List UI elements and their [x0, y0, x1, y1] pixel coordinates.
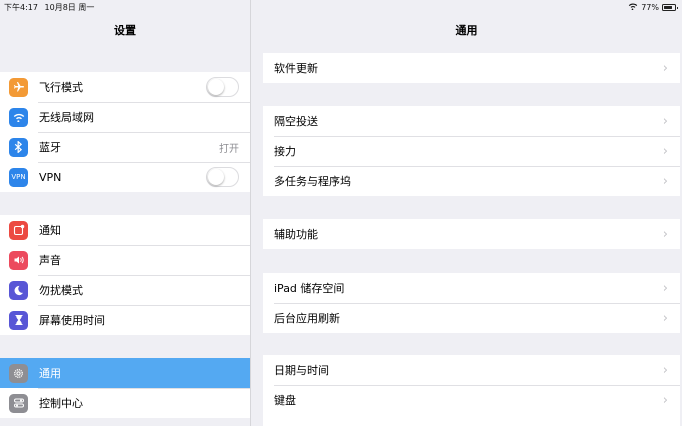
sidebar-item-control-center[interactable]: 控制中心 [0, 388, 250, 418]
general-item-date-time[interactable]: 日期与时间 › [263, 355, 680, 385]
sidebar-title: 设置 [114, 24, 136, 37]
moon-icon [9, 280, 28, 300]
general-item-ipad-storage[interactable]: iPad 储存空间 › [263, 273, 680, 303]
sidebar-item-general[interactable]: 通用 [0, 358, 250, 388]
general-group-continuity: 隔空投送 › 接力 › 多任务与程序坞 › [263, 106, 680, 196]
chevron-right-icon: › [662, 226, 668, 242]
general-item-software-update[interactable]: 软件更新 › [263, 53, 680, 83]
bluetooth-status: 打开 [219, 143, 239, 155]
chevron-right-icon: › [662, 310, 668, 326]
airplane-mode-toggle[interactable] [206, 77, 239, 97]
general-item-keyboard[interactable]: 键盘 › [263, 385, 680, 415]
general-item-background-refresh[interactable]: 后台应用刷新 › [263, 303, 680, 333]
general-group-storage: iPad 储存空间 › 后台应用刷新 › [263, 273, 680, 333]
hourglass-icon [9, 310, 28, 330]
general-item-accessibility[interactable]: 辅助功能 › [263, 219, 680, 249]
chevron-right-icon: › [662, 362, 668, 378]
chevron-right-icon: › [662, 113, 668, 129]
sidebar-item-vpn[interactable]: VPN VPN [0, 162, 250, 192]
general-group-datetime: 日期与时间 › 键盘 › [263, 355, 680, 426]
general-group-update: 软件更新 › [263, 53, 680, 83]
sidebar-item-sounds[interactable]: 声音 [0, 245, 250, 275]
gear-icon [9, 363, 28, 383]
general-item-handoff[interactable]: 接力 › [263, 136, 680, 166]
chevron-right-icon: › [662, 143, 668, 159]
status-time: 下午4:17 [4, 3, 38, 12]
battery-icon [662, 3, 678, 11]
detail-title: 通用 [455, 24, 478, 37]
wifi-status-icon [628, 2, 638, 12]
status-bar: 下午4:17 10月8日 周一 77% [0, 0, 682, 14]
chevron-right-icon: › [662, 60, 668, 76]
sidebar-group-connectivity: 飞行模式 无线局域网 蓝牙 打开 VPN VPN [0, 72, 250, 192]
general-group-accessibility: 辅助功能 › [263, 219, 680, 249]
sidebar-item-bluetooth[interactable]: 蓝牙 打开 [0, 132, 250, 162]
sidebar-item-notifications[interactable]: 通知 [0, 215, 250, 245]
vpn-toggle[interactable] [206, 167, 239, 187]
bluetooth-icon [9, 137, 28, 157]
airplane-icon [9, 77, 28, 97]
sidebar-item-wifi[interactable]: 无线局域网 [0, 102, 250, 132]
settings-sidebar: 设置 飞行模式 无线局域网 蓝牙 打开 VPN VPN 通知 声音 勿扰模式 屏… [0, 0, 250, 426]
vpn-icon: VPN [9, 167, 28, 187]
chevron-right-icon: › [662, 280, 668, 296]
sound-icon [9, 250, 28, 270]
sidebar-item-screen-time[interactable]: 屏幕使用时间 [0, 305, 250, 335]
sidebar-group-notifications: 通知 声音 勿扰模式 屏幕使用时间 [0, 215, 250, 335]
sidebar-item-do-not-disturb[interactable]: 勿扰模式 [0, 275, 250, 305]
notification-icon [9, 220, 28, 240]
sidebar-group-system: 通用 控制中心 [0, 358, 250, 418]
general-item-airdrop[interactable]: 隔空投送 › [263, 106, 680, 136]
general-item-multitasking-dock[interactable]: 多任务与程序坞 › [263, 166, 680, 196]
chevron-right-icon: › [662, 173, 668, 189]
general-detail-pane: 通用 软件更新 › 隔空投送 › 接力 › 多任务与程序坞 › 辅助功能 › i… [251, 0, 682, 426]
battery-percent: 77% [641, 2, 659, 12]
chevron-right-icon: › [662, 392, 668, 408]
status-date: 10月8日 周一 [44, 3, 95, 12]
sidebar-item-airplane-mode[interactable]: 飞行模式 [0, 72, 250, 102]
control-center-icon [9, 393, 28, 413]
wifi-icon [9, 107, 28, 127]
